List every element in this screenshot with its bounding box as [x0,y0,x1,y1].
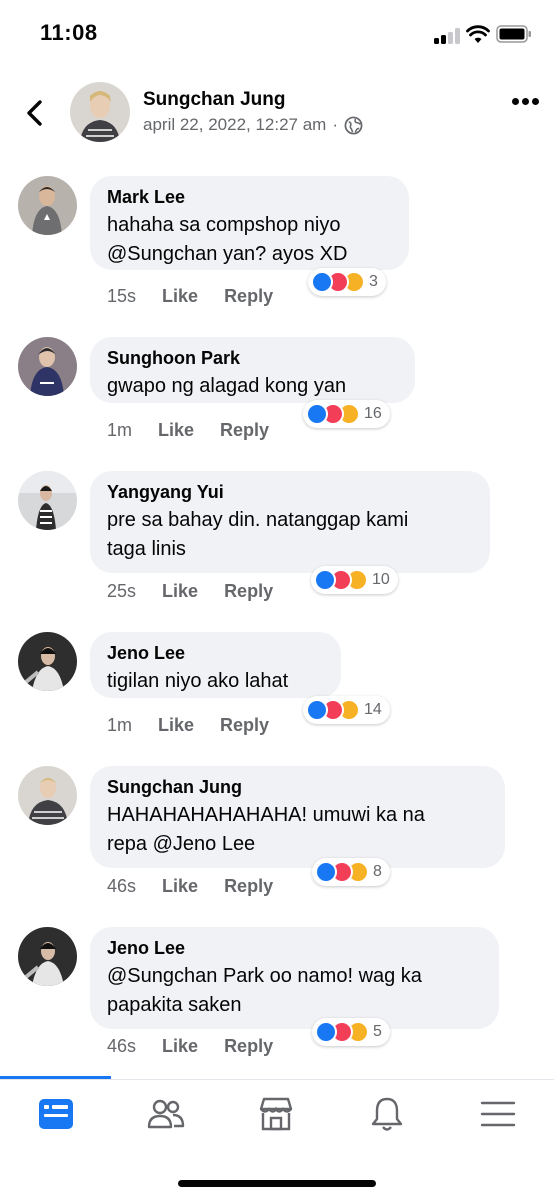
like-icon [311,271,333,293]
cellular-signal-icon [434,28,460,44]
reply-button[interactable]: Reply [220,420,269,441]
comment-bubble: Mark Lee hahaha sa compshop niyo @Sungch… [90,176,409,270]
commenter-name[interactable]: Mark Lee [107,186,391,208]
commenter-avatar[interactable] [18,471,77,530]
comment-text: tigilan niyo ako lahat [107,670,289,692]
comment-time: 15s [107,286,137,306]
status-bar: 11:08 [0,0,554,66]
comment-bubble: Sunghoon Park gwapo ng alagad kong yan [90,337,415,403]
post-header: Sungchan Jung april 22, 2022, 12:27 am · [0,66,554,156]
comment-time: 25s [107,581,137,601]
comment-bubble: Yangyang Yui pre sa bahay din. natanggap… [90,471,490,573]
reply-button[interactable]: Reply [224,286,273,307]
like-icon [315,1021,337,1043]
feed-icon[interactable] [36,1094,76,1134]
marketplace-icon[interactable] [256,1094,296,1134]
like-icon [314,569,336,591]
like-icon [306,699,328,721]
reaction-count: 8 [373,863,382,880]
home-indicator[interactable] [178,1180,376,1187]
comment-bubble: Jeno Lee tigilan niyo ako lahat [90,632,341,698]
comment-text: @Sungchan Park oo namo! wag ka papakita … [107,965,422,1016]
battery-icon [496,25,531,43]
reaction-summary[interactable]: 3 [308,268,386,296]
comment-text: hahaha sa compshop niyo @Sungchan yan? a… [107,214,348,265]
like-button[interactable]: Like [162,1036,198,1057]
comment-time: 46s [107,876,137,896]
commenter-avatar[interactable] [18,927,77,986]
like-button[interactable]: Like [162,876,198,897]
comment-text: HAHAHAHAHAHAHA! umuwi ka na repa @Jeno L… [107,804,425,855]
like-icon [315,861,337,883]
author-avatar[interactable] [70,82,130,142]
friends-icon[interactable] [146,1094,186,1134]
notifications-icon[interactable] [367,1094,407,1134]
meta-separator: · [332,115,339,134]
commenter-avatar[interactable] [18,337,77,396]
reaction-count: 14 [364,701,382,718]
menu-icon[interactable] [478,1094,518,1134]
reaction-summary[interactable]: 14 [303,696,390,724]
reaction-summary[interactable]: 5 [312,1018,390,1046]
reaction-count: 5 [373,1023,382,1040]
author-name[interactable]: Sungchan Jung [143,89,286,111]
reaction-count: 16 [364,405,382,422]
commenter-name[interactable]: Sungchan Jung [107,776,487,798]
like-button[interactable]: Like [158,420,194,441]
comment-time: 1m [107,420,133,440]
comment-actions: 25s Like Reply [107,581,273,602]
wifi-icon [466,25,490,43]
reaction-count: 3 [369,273,378,290]
comment-actions: 1m Like Reply [107,420,269,441]
reply-button[interactable]: Reply [220,715,269,736]
comment-text: pre sa bahay din. natanggap kami taga li… [107,509,409,560]
reply-button[interactable]: Reply [224,876,273,897]
commenter-name[interactable]: Jeno Lee [107,642,323,664]
more-options-icon[interactable] [508,96,542,108]
comment-text: gwapo ng alagad kong yan [107,375,347,397]
comment-actions: 15s Like Reply [107,286,273,307]
globe-icon [344,116,363,134]
commenter-name[interactable]: Yangyang Yui [107,481,472,503]
commenter-name[interactable]: Sunghoon Park [107,347,397,369]
commenter-avatar[interactable] [18,766,77,825]
back-arrow-icon[interactable] [18,96,52,130]
comment-actions: 46s Like Reply [107,1036,273,1057]
reply-button[interactable]: Reply [224,1036,273,1057]
comment-actions: 1m Like Reply [107,715,269,736]
comment-actions: 46s Like Reply [107,876,273,897]
post-meta: april 22, 2022, 12:27 am · [143,115,363,135]
reply-button[interactable]: Reply [224,581,273,602]
comment-bubble: Jeno Lee @Sungchan Park oo namo! wag ka … [90,927,499,1029]
like-button[interactable]: Like [158,715,194,736]
like-button[interactable]: Like [162,581,198,602]
comment-time: 1m [107,715,133,735]
status-time: 11:08 [40,20,98,45]
like-icon [306,403,328,425]
commenter-avatar[interactable] [18,632,77,691]
reaction-summary[interactable]: 16 [303,400,390,428]
reaction-summary[interactable]: 8 [312,858,390,886]
reaction-count: 10 [372,571,390,588]
comment-time: 46s [107,1036,137,1056]
post-timestamp: april 22, 2022, 12:27 am [143,115,327,134]
comment-bubble: Sungchan Jung HAHAHAHAHAHAHA! umuwi ka n… [90,766,505,868]
reaction-summary[interactable]: 10 [311,566,398,594]
like-button[interactable]: Like [162,286,198,307]
commenter-name[interactable]: Jeno Lee [107,937,481,959]
commenter-avatar[interactable] [18,176,77,235]
